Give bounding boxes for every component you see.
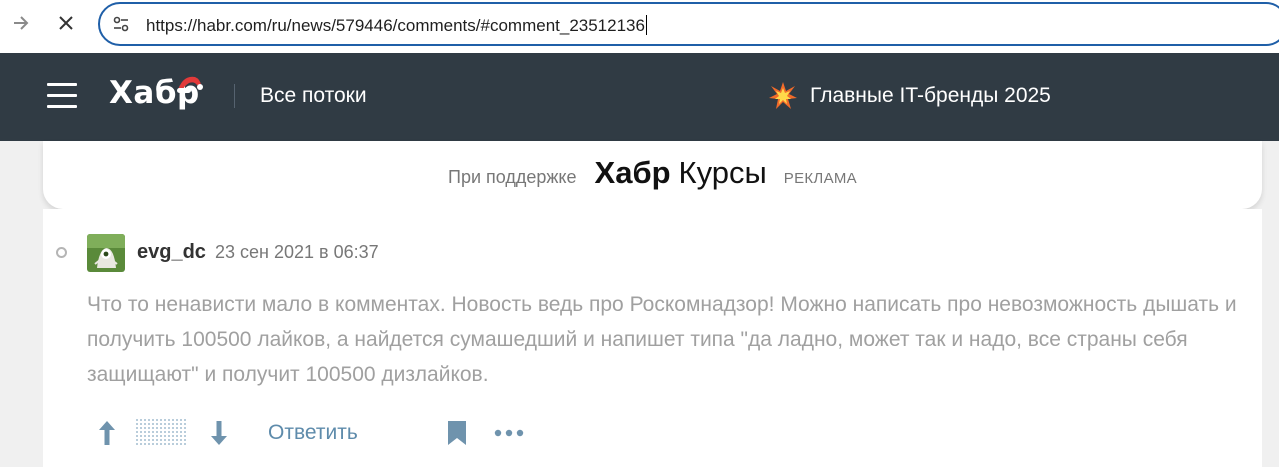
more-dots-icon	[494, 429, 524, 437]
ad-tag: РЕКЛАМА	[783, 170, 857, 187]
more-button[interactable]	[493, 415, 525, 451]
bookmark-icon	[448, 421, 466, 445]
it-brands-link[interactable]: Главные IT-бренды 2025	[768, 81, 1051, 111]
sponsor-brand-courses: Курсы	[678, 155, 767, 190]
reply-button[interactable]: Ответить	[268, 415, 358, 451]
address-bar[interactable]: https://habr.com/ru/news/579446/comments…	[98, 2, 1279, 46]
comment-author[interactable]: evg_dc	[137, 241, 206, 264]
collision-icon	[769, 82, 797, 109]
site-header: Хабр Все потоки Главные IT-бренды 2025	[0, 53, 1279, 141]
comment-date[interactable]: 23 сен 2021 в 06:37	[215, 242, 379, 263]
avatar-image	[87, 234, 125, 272]
menu-icon-bar	[47, 105, 77, 108]
sponsor-banner[interactable]: При поддержке Хабр Курсы РЕКЛАМА	[43, 141, 1262, 209]
menu-icon-bar	[47, 83, 77, 86]
sponsor-label: При поддержке	[448, 167, 577, 187]
santa-hat-icon	[177, 76, 203, 93]
browser-toolbar: https://habr.com/ru/news/579446/comments…	[0, 0, 1279, 53]
menu-icon-bar	[47, 94, 77, 97]
score-hidden	[136, 415, 188, 451]
tune-icon[interactable]	[112, 15, 130, 33]
habr-logo[interactable]: Хабр	[109, 75, 203, 115]
forward-button[interactable]	[8, 10, 34, 36]
stop-loading-button[interactable]	[53, 10, 79, 36]
url-field[interactable]: https://habr.com/ru/news/579446/comments…	[146, 15, 647, 36]
sponsor-brand-habr: Хабр	[594, 155, 671, 190]
comment: evg_dc 23 сен 2021 в 06:37 Что то ненави…	[43, 209, 1262, 467]
comment-actions: Ответить	[87, 415, 524, 451]
all-flows-link[interactable]: Все потоки	[260, 84, 367, 108]
vote-up-button[interactable]	[95, 415, 119, 451]
arrow-up-icon	[99, 421, 115, 445]
bookmark-button[interactable]	[446, 415, 468, 451]
close-icon	[59, 16, 73, 30]
thread-marker[interactable]	[56, 247, 67, 258]
vote-down-button[interactable]	[207, 415, 231, 451]
it-brands-label: Главные IT-бренды 2025	[810, 84, 1051, 107]
avatar[interactable]	[87, 234, 125, 272]
comment-text: Что то ненависти мало в комментах. Новос…	[87, 293, 1237, 386]
score-placeholder	[136, 419, 188, 447]
url-text: https://habr.com/ru/news/579446/comments…	[146, 16, 645, 35]
text-caret	[645, 15, 647, 35]
header-divider	[234, 84, 235, 108]
menu-button[interactable]	[47, 83, 77, 109]
arrow-right-icon	[14, 16, 29, 30]
arrow-down-icon	[211, 421, 227, 445]
